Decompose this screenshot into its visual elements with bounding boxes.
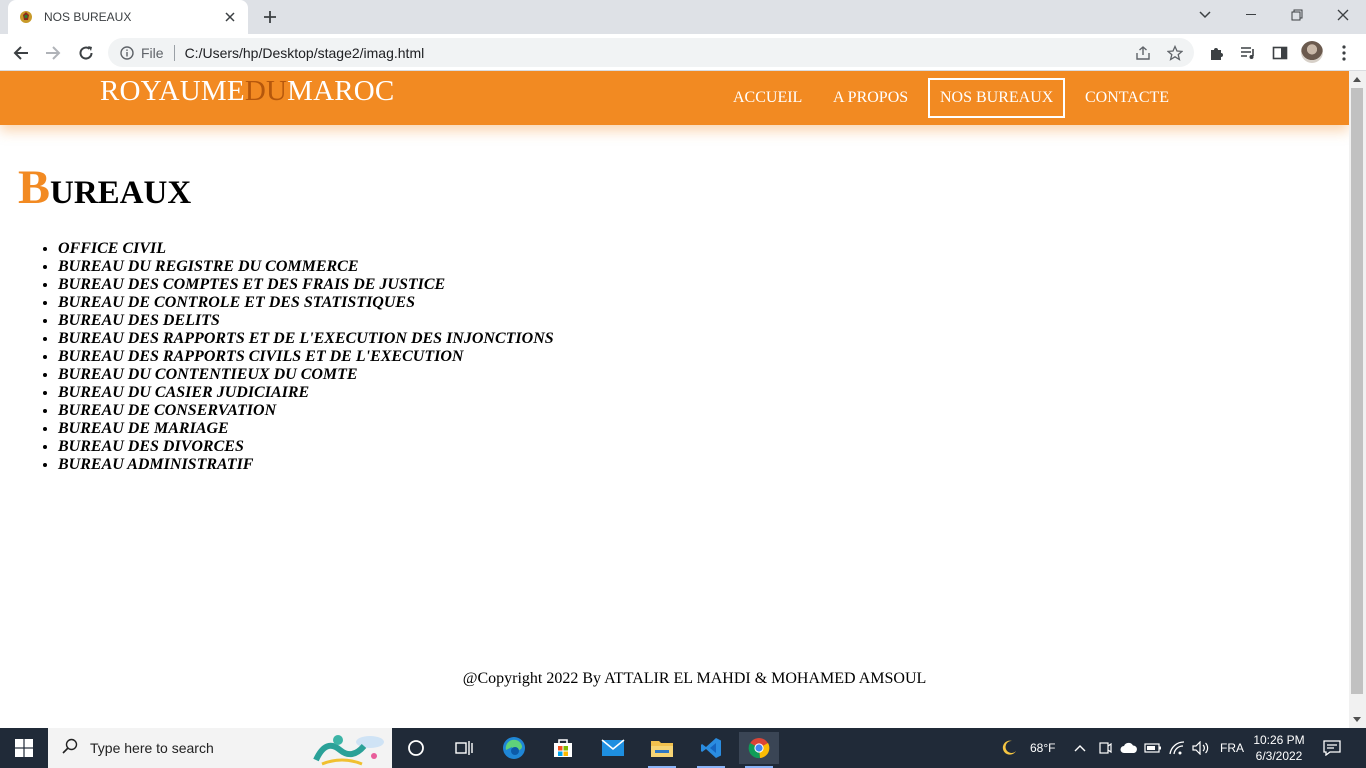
- browser-toolbar: File C:/Users/hp/Desktop/stage2/imag.htm…: [0, 34, 1366, 71]
- search-placeholder: Type here to search: [90, 740, 214, 756]
- cortana-icon[interactable]: [396, 732, 436, 764]
- scroll-down-arrow-icon[interactable]: [1353, 717, 1361, 722]
- info-icon[interactable]: [120, 45, 134, 60]
- taskbar-search-box[interactable]: Type here to search: [48, 728, 392, 768]
- chrome-icon[interactable]: [739, 732, 779, 768]
- moon-weather-icon[interactable]: [991, 732, 1027, 764]
- nav-link-contacte[interactable]: CONTACTE: [1085, 89, 1169, 107]
- url-text[interactable]: C:/Users/hp/Desktop/stage2/imag.html: [185, 45, 425, 61]
- scroll-thumb[interactable]: [1351, 88, 1363, 694]
- list-item: BUREAU DES DIVORCES: [58, 438, 554, 456]
- clock-date: 6/3/2022: [1255, 749, 1303, 763]
- page-title: BUREAUX: [18, 164, 191, 212]
- list-item: BUREAU DES DELITS: [58, 312, 554, 330]
- nav-link-bureaux[interactable]: NOS BUREAUX: [928, 78, 1066, 118]
- tab-title: NOS BUREAUX: [44, 10, 132, 24]
- nav-link-apropos[interactable]: A PROPOS: [833, 89, 908, 107]
- site-header: ROYAUMEDUMAROC ACCUEIL A PROPOS NOS BURE…: [0, 71, 1349, 125]
- main-nav-3: NOS BUREAUX: [928, 71, 1066, 125]
- page-title-initial: B: [18, 161, 51, 214]
- page-scrollbar[interactable]: [1349, 71, 1366, 728]
- windows-start-icon[interactable]: [0, 728, 48, 768]
- address-bar[interactable]: File C:/Users/hp/Desktop/stage2/imag.htm…: [108, 38, 1194, 67]
- chrome-menu-icon[interactable]: [1334, 43, 1354, 63]
- tab-strip: NOS BUREAUX: [0, 0, 1366, 34]
- logo-part-maroc: MAROC: [287, 75, 395, 107]
- volume-icon[interactable]: [1189, 732, 1213, 764]
- page-viewport: ROYAUMEDUMAROC ACCUEIL A PROPOS NOS BURE…: [0, 71, 1349, 728]
- restore-icon[interactable]: [1274, 0, 1320, 30]
- extensions-puzzle-icon[interactable]: [1206, 43, 1226, 63]
- forward-arrow-icon[interactable]: [40, 40, 66, 66]
- site-logo[interactable]: ROYAUMEDUMAROC: [100, 75, 394, 108]
- minimize-icon[interactable]: [1228, 0, 1274, 30]
- bookmark-star-icon[interactable]: [1166, 44, 1184, 62]
- mail-icon[interactable]: [593, 732, 633, 764]
- list-item: BUREAU DE MARIAGE: [58, 420, 554, 438]
- back-arrow-icon[interactable]: [8, 40, 34, 66]
- task-view-icon[interactable]: [444, 732, 484, 764]
- main-nav: ACCUEIL: [733, 71, 802, 125]
- onedrive-cloud-icon[interactable]: [1118, 732, 1140, 764]
- list-item: BUREAU DES RAPPORTS CIVILS ET DE L'EXECU…: [58, 348, 554, 366]
- list-item: BUREAU DU REGISTRE DU COMMERCE: [58, 258, 554, 276]
- weather-temperature[interactable]: 68°F: [1030, 741, 1055, 755]
- system-clock[interactable]: 10:26 PM 6/3/2022: [1250, 732, 1308, 764]
- side-panel-icon[interactable]: [1270, 43, 1290, 63]
- list-item: BUREAU ADMINISTRATIF: [58, 456, 554, 474]
- main-nav-4: CONTACTE: [1085, 71, 1169, 125]
- vscode-icon[interactable]: [691, 732, 731, 768]
- tab-search-icon[interactable]: [1182, 0, 1228, 30]
- chevron-up-icon[interactable]: [1069, 732, 1091, 764]
- clock-time: 10:26 PM: [1253, 733, 1305, 747]
- file-explorer-icon[interactable]: [642, 732, 682, 768]
- close-tab-icon[interactable]: [222, 9, 238, 25]
- new-tab-button[interactable]: [258, 6, 282, 28]
- search-icon: [62, 738, 78, 759]
- edge-browser-icon[interactable]: [494, 732, 534, 764]
- browser-tab[interactable]: NOS BUREAUX: [8, 0, 248, 34]
- media-queue-icon[interactable]: [1238, 43, 1258, 63]
- microsoft-store-icon[interactable]: [543, 732, 583, 764]
- list-item: BUREAU DE CONTROLE ET DES STATISTIQUES: [58, 294, 554, 312]
- logo-part-royaume: ROYAUME: [100, 75, 245, 107]
- list-item: BUREAU DE CONSERVATION: [58, 402, 554, 420]
- list-item: BUREAU DES RAPPORTS ET DE L'EXECUTION DE…: [58, 330, 554, 348]
- logo-part-du: DU: [244, 75, 288, 107]
- main-nav-2: A PROPOS: [833, 71, 908, 125]
- url-scheme-label: File: [141, 44, 164, 61]
- wifi-icon[interactable]: [1166, 732, 1188, 764]
- moroccan-emblem-icon: [18, 9, 34, 25]
- search-highlight-dragon-icon: [312, 730, 390, 766]
- input-language[interactable]: FRA: [1220, 741, 1244, 755]
- page-title-rest: UREAUX: [50, 175, 192, 211]
- bureaux-list: OFFICE CIVIL BUREAU DU REGISTRE DU COMME…: [58, 240, 554, 474]
- windows-taskbar: Type here to search 68°F FRA 10:26 PM 6/…: [0, 728, 1366, 768]
- list-item: BUREAU DU CONTENTIEUX DU COMTE: [58, 366, 554, 384]
- nav-link-accueil[interactable]: ACCUEIL: [733, 89, 802, 107]
- notification-center-icon[interactable]: [1314, 732, 1350, 764]
- battery-icon[interactable]: [1142, 732, 1164, 764]
- scroll-up-arrow-icon[interactable]: [1353, 77, 1361, 82]
- list-item: OFFICE CIVIL: [58, 240, 554, 258]
- list-item: BUREAU DU CASIER JUDICIAIRE: [58, 384, 554, 402]
- reload-icon[interactable]: [73, 40, 99, 66]
- profile-avatar[interactable]: [1301, 41, 1323, 63]
- close-window-icon[interactable]: [1320, 0, 1366, 30]
- list-item: BUREAU DES COMPTES ET DES FRAIS DE JUSTI…: [58, 276, 554, 294]
- share-icon[interactable]: [1134, 44, 1152, 62]
- meet-now-icon[interactable]: [1094, 732, 1116, 764]
- site-footer: @Copyright 2022 By ATTALIR EL MAHDI & MO…: [462, 670, 927, 687]
- url-separator: [173, 44, 175, 61]
